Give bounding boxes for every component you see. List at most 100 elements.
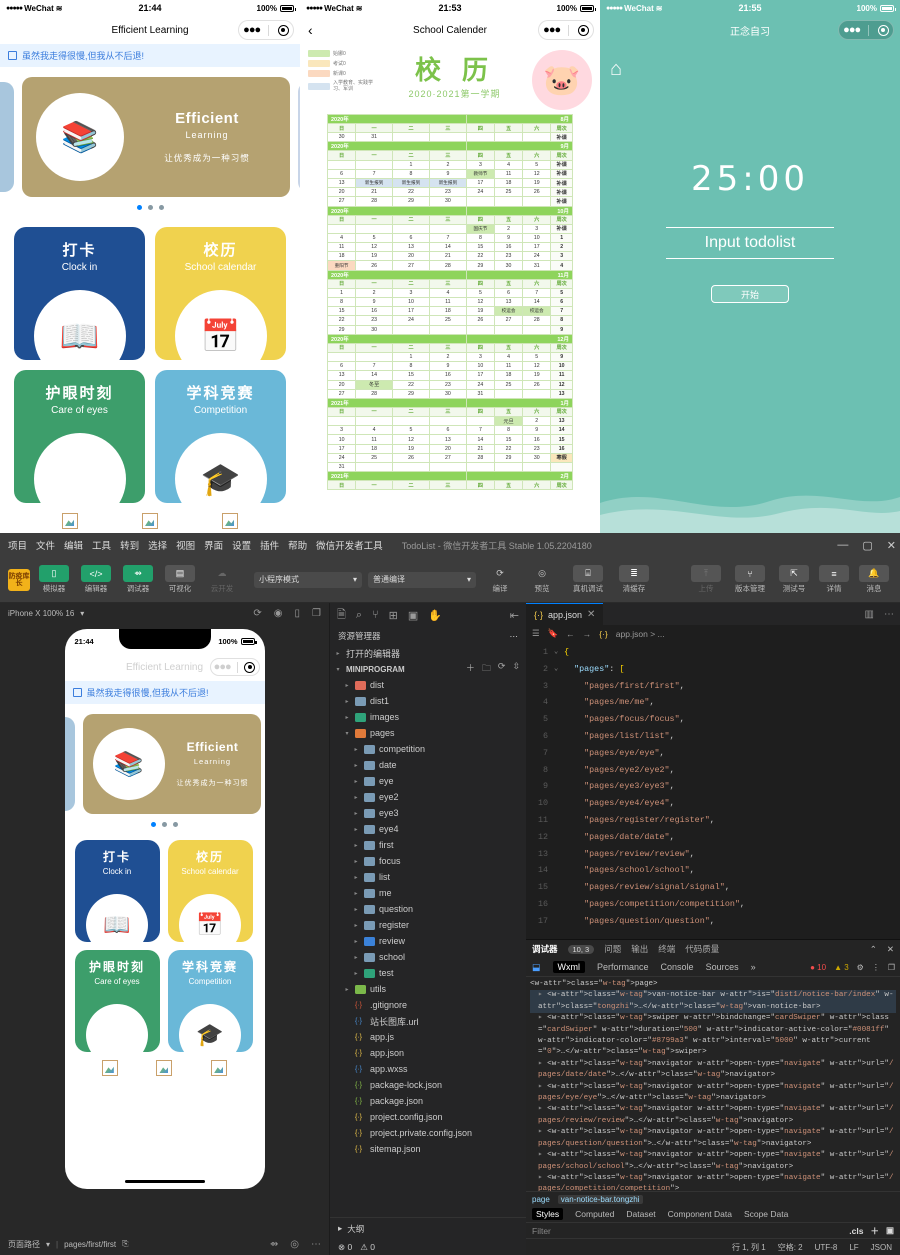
tab-dataset[interactable]: Dataset [626,1209,655,1219]
new-folder-icon[interactable]: 🗀 [482,661,491,677]
close-target-icon[interactable] [278,25,289,36]
indicator-dot[interactable] [173,822,178,827]
tree-folder[interactable]: ▸me [330,885,526,901]
code-line[interactable]: 3 "pages/first/first", [526,678,900,695]
crumb-notice-bar[interactable]: van-notice-bar.tongzhi [558,1195,643,1204]
crumb-page[interactable]: page [532,1195,550,1204]
tab-output[interactable]: 输出 [631,943,648,955]
chevron-down-icon[interactable]: ▾ [80,609,84,618]
menu-item-edit[interactable]: 编辑 [64,538,83,552]
toolbar-details[interactable]: ≡ 详情 [816,565,852,594]
tree-folder[interactable]: ▸eye2 [330,789,526,805]
code-line[interactable]: 17 "pages/question/question", [526,913,900,930]
indent-setting[interactable]: 空格: 2 [778,1242,803,1253]
tab-computed[interactable]: Computed [575,1209,614,1219]
code-line[interactable]: 11 "pages/register/register", [526,812,900,829]
menu-item-plugins[interactable]: 插件 [260,538,279,552]
tree-file[interactable]: {·}project.private.config.json [330,1125,526,1141]
menu-item-file[interactable]: 文件 [36,538,55,552]
tree-file[interactable]: {·}app.json [330,1045,526,1061]
tab-performance[interactable]: Performance [597,962,649,972]
back-arrow-icon[interactable]: ‹ [308,23,313,37]
indicator-dot[interactable] [159,205,164,210]
swiper-indicators[interactable] [65,822,265,827]
windows-icon[interactable]: ❐ [312,608,321,619]
wxml-node[interactable]: ▸ <w-attr">class="w-tag">navigator w-att… [530,1127,896,1150]
filter-input[interactable]: Filter [532,1226,551,1236]
mode-select[interactable]: 小程序模式 ▾ [254,572,362,588]
tab-styles[interactable]: Styles [532,1208,563,1220]
tab-scope-data[interactable]: Scope Data [744,1209,788,1219]
notice-bar[interactable]: 虽然我走得很慢,但我从不后退! [0,44,300,67]
more-icon[interactable]: ●●● [243,25,260,36]
code-line[interactable]: 6 "pages/list/list", [526,728,900,745]
more-tabs-icon[interactable]: » [751,962,756,972]
menu-item-devtools[interactable]: 微信开发者工具 [316,538,383,552]
tab-debugger[interactable]: 调试器 [532,943,558,955]
tree-folder[interactable]: ▸images [330,709,526,725]
swiper-card-active[interactable]: 📚 Efficient Learning 让优秀成为一种习惯 [22,77,290,197]
files-icon[interactable]: 🗎 [337,606,346,625]
todolist-input[interactable]: Input todolist [666,227,834,259]
tile-competition[interactable]: 学科竞赛 Competition 🎓 [168,950,253,1052]
cursor-position[interactable]: 行 1, 列 1 [732,1242,766,1253]
back-icon[interactable]: ← [566,629,575,639]
code-line[interactable]: 10 "pages/eye4/eye4", [526,795,900,812]
menu-item-interface[interactable]: 界面 [204,538,223,552]
language-mode[interactable]: JSON [871,1243,892,1252]
style-filter-bar[interactable]: Filter .cls ＋ ▣ [526,1222,900,1239]
indicator-dot-active[interactable] [137,205,142,210]
wxml-node[interactable]: ▸ <w-attr">class="w-tag">swiper w-attr">… [530,1013,896,1059]
tree-file[interactable]: {·}.gitignore [330,997,526,1013]
toolbar-version[interactable]: ⑂ 版本管理 [728,565,772,594]
code-line[interactable]: 14 "pages/school/school", [526,862,900,879]
toolbar-simulator[interactable]: ▯ 模拟器 [36,565,72,594]
wechat-capsule[interactable]: ●●● [838,20,894,40]
code-line[interactable]: 15 "pages/review/signal/signal", [526,879,900,896]
compile-select[interactable]: 普通编译 ▾ [368,572,476,588]
bookmark-icon[interactable]: 🔖 [548,628,559,639]
hand-icon[interactable]: ✋ [428,609,442,622]
tree-file[interactable]: {·}package-lock.json [330,1077,526,1093]
toolbar-remote-debug[interactable]: ⌸ 真机调试 [566,565,610,594]
card-swiper[interactable]: 📚 Efficient Learning 让优秀成为一种习惯 [0,67,300,217]
eol[interactable]: LF [849,1243,858,1252]
device-notice-bar[interactable]: 虽然我走得很慢,但我从不后退! [65,681,265,704]
code-editor[interactable]: 1⌄{2⌄ "pages": [3 "pages/first/first",4 … [526,642,900,939]
menu-item-view[interactable]: 视图 [176,538,195,552]
toolbar-clear-cache[interactable]: ≣ 清缓存 [616,565,652,594]
menu-item-project[interactable]: 项目 [8,538,27,552]
code-line[interactable]: 5 "pages/focus/focus", [526,711,900,728]
project-section[interactable]: ▾ MINIPROGRAM ＋ 🗀 ⟳ ⇳ [330,661,526,677]
code-line[interactable]: 7 "pages/eye/eye", [526,745,900,762]
code-line[interactable]: 1⌄{ [526,644,900,661]
indicator-dot[interactable] [162,822,167,827]
tree-folder[interactable]: ▸register [330,917,526,933]
dock-icon[interactable]: ❐ [888,963,895,972]
inspect-element-icon[interactable]: ⬓ [532,962,541,973]
wechat-capsule[interactable]: ●●● [538,20,594,40]
wxml-node[interactable]: ▸ <w-attr">class="w-tag">navigator w-att… [530,1150,896,1173]
tree-folder[interactable]: ▸date [330,757,526,773]
refresh-icon[interactable]: ⟳ [498,661,506,677]
tree-file[interactable]: {·}app.wxss [330,1061,526,1077]
tile-care-of-eyes[interactable]: 护眼时刻 Care of eyes 👁 [75,950,160,1052]
open-editors-section[interactable]: ▸ 打开的编辑器 [330,645,526,661]
refresh-icon[interactable]: ⟳ [253,608,261,619]
more-icon[interactable]: ●●● [543,25,560,36]
tree-file[interactable]: {·}project.config.json [330,1109,526,1125]
toggle-panel-icon[interactable]: ▣ [886,1225,894,1236]
code-line[interactable]: 16 "pages/competition/competition", [526,896,900,913]
menu-item-help[interactable]: 帮助 [288,538,307,552]
toolbar-visual[interactable]: ▤ 可视化 [162,565,198,594]
more-icon[interactable]: ●●● [843,25,860,36]
tab-wxml[interactable]: Wxml [553,961,586,973]
more-icon[interactable]: ⋯ [510,631,519,642]
wechat-capsule[interactable]: ●●● [210,658,260,676]
start-button[interactable]: 开始 [711,285,789,303]
warning-badge[interactable]: ▲ 3 [834,963,849,972]
tile-clock-in[interactable]: 打卡 Clock in 📖 [14,227,145,360]
tree-folder[interactable]: ▸question [330,901,526,917]
menu-item-goto[interactable]: 转到 [120,538,139,552]
menu-item-settings[interactable]: 设置 [232,538,251,552]
